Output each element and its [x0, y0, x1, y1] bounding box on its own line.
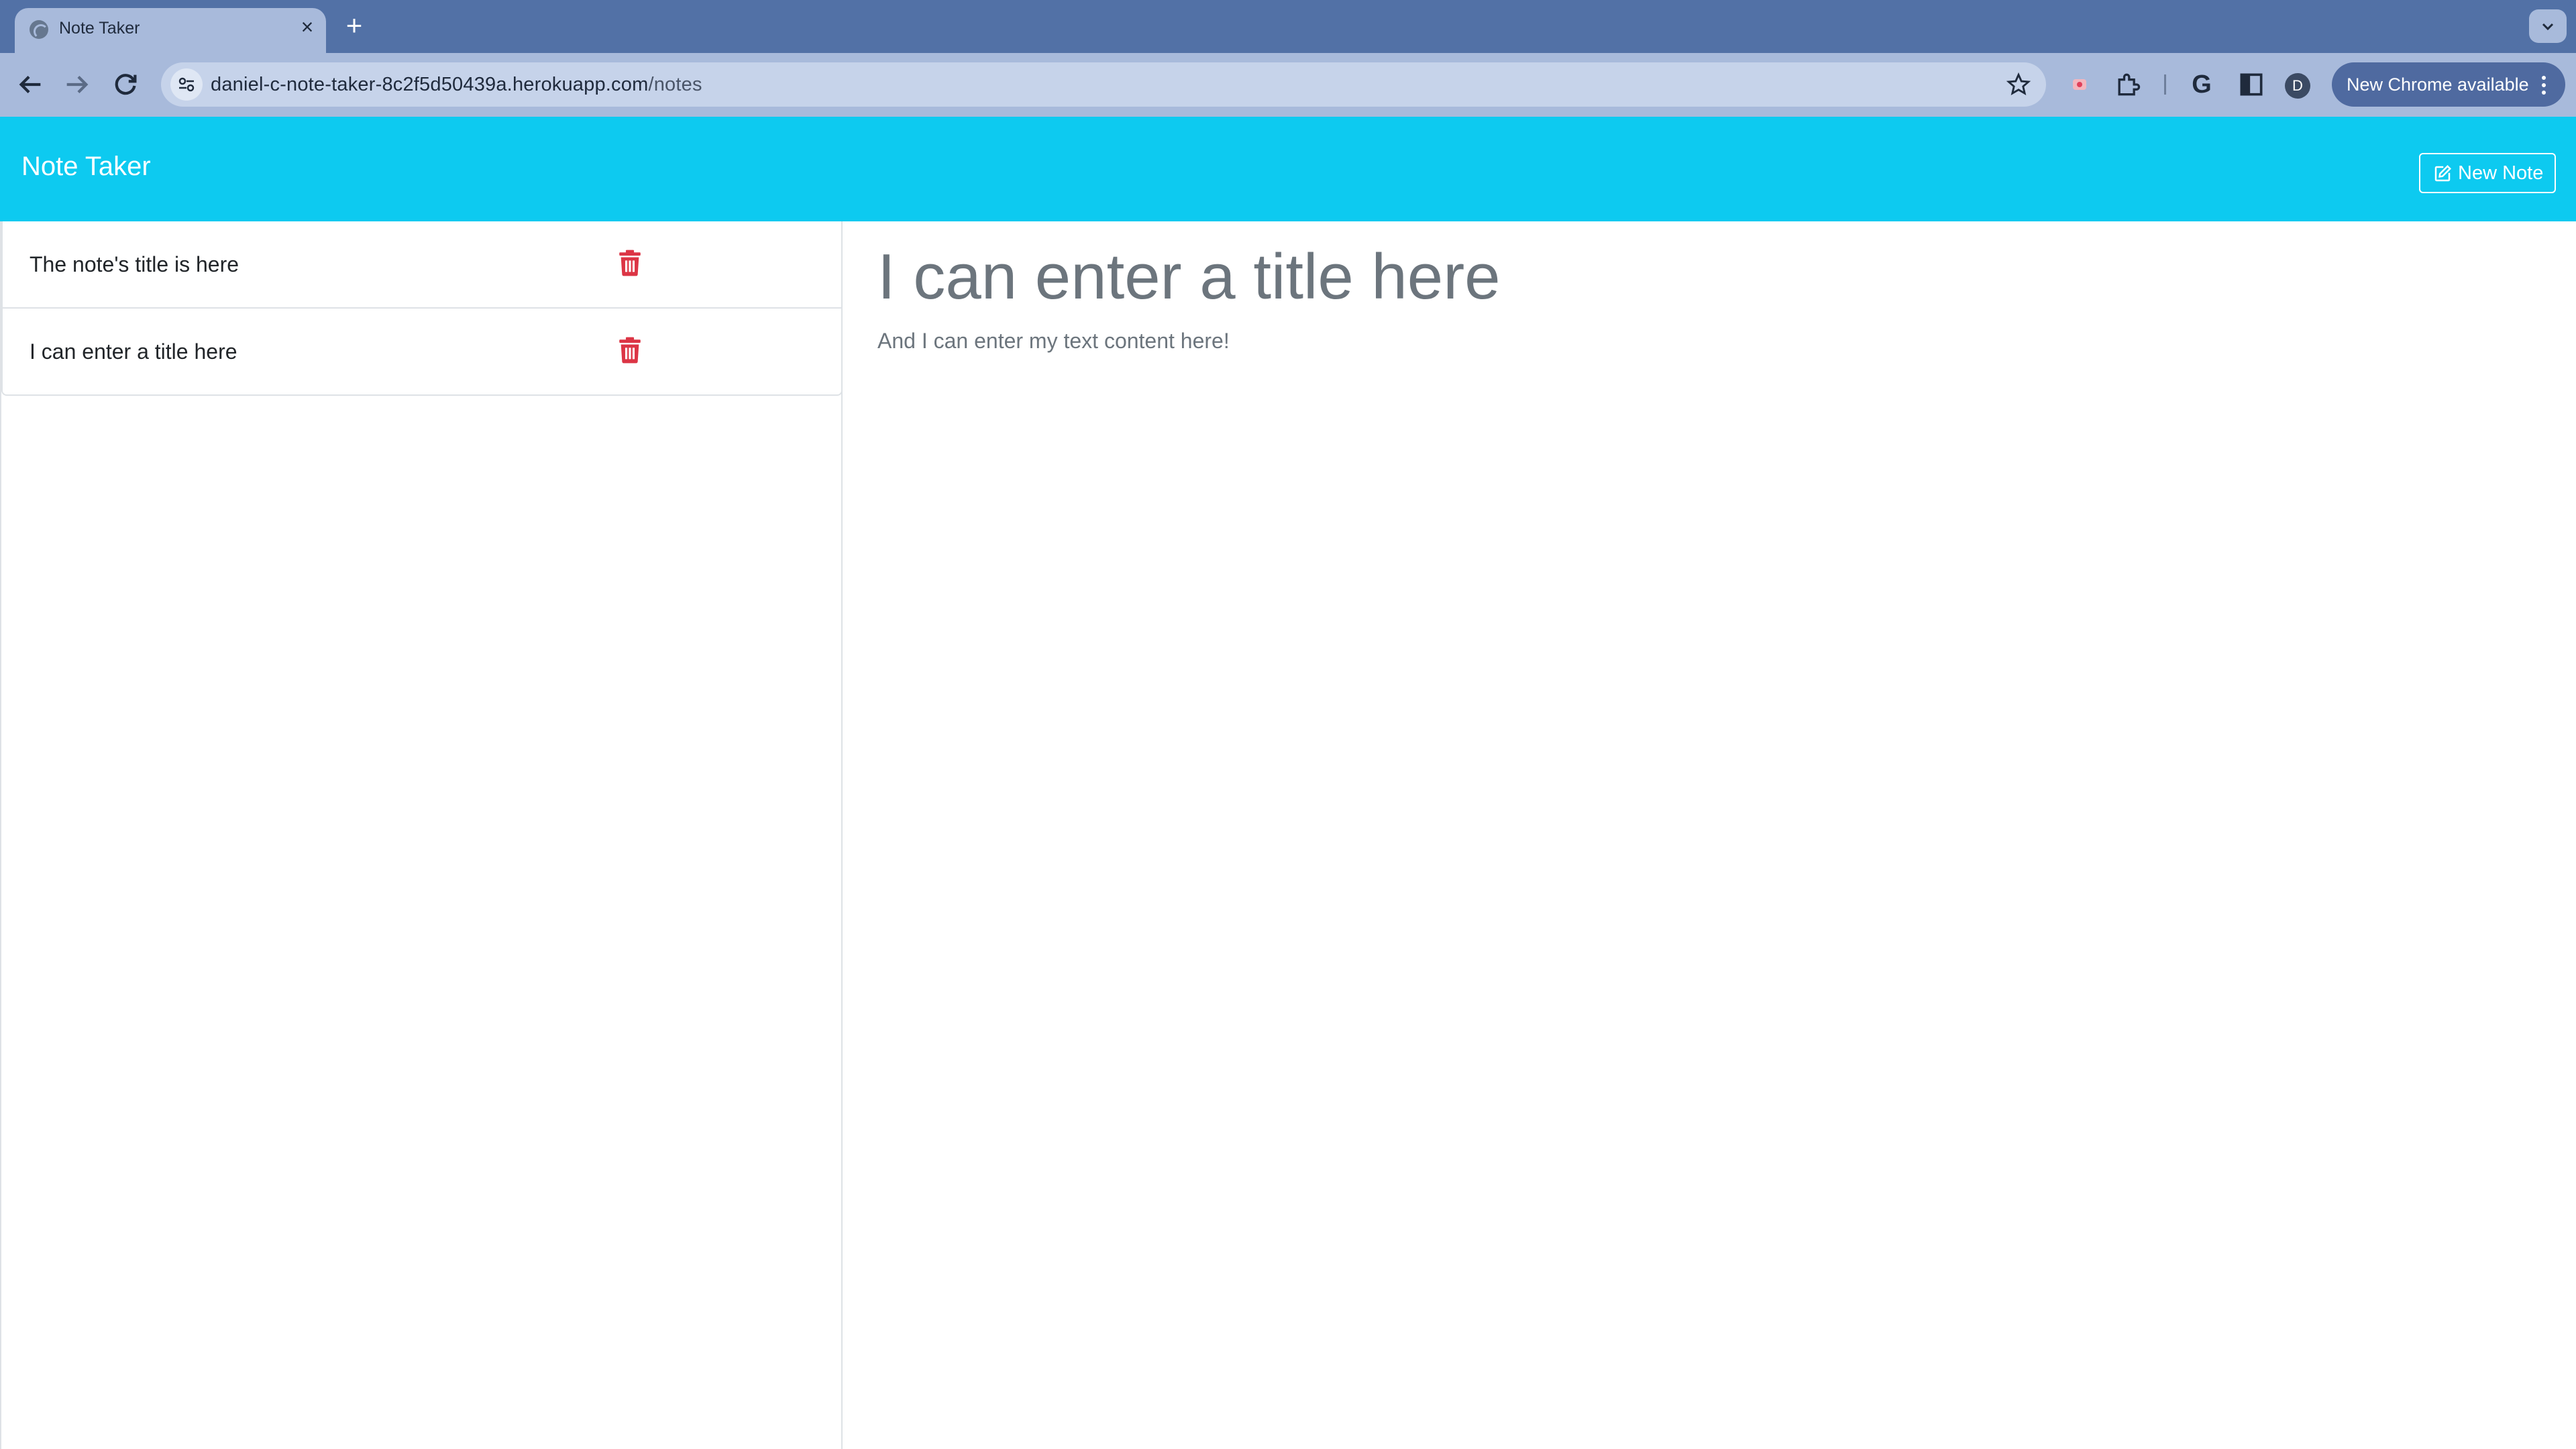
chevron-down-icon — [2542, 23, 2554, 31]
tab-search-button[interactable] — [2529, 9, 2567, 43]
forward-arrow-icon — [66, 76, 89, 93]
back-arrow-icon — [19, 76, 41, 93]
chrome-update-button[interactable]: New Chrome available — [2332, 62, 2565, 107]
note-title-input[interactable]: I can enter a title here — [877, 240, 2487, 314]
url-text[interactable]: daniel-c-note-taker-8c2f5d50439a.herokua… — [211, 74, 702, 96]
notes-sidebar: The note's title is here I can enter a t… — [0, 221, 843, 1449]
side-panel-icon[interactable] — [2237, 70, 2266, 99]
trash-icon[interactable] — [619, 337, 641, 364]
note-item-title[interactable]: I can enter a title here — [30, 339, 237, 364]
close-tab-icon[interactable]: × — [297, 16, 318, 38]
tab-title: Note Taker — [59, 19, 140, 38]
list-item[interactable]: The note's title is here — [3, 221, 843, 309]
note-item-title[interactable]: The note's title is here — [30, 252, 239, 277]
extensions-puzzle-icon[interactable] — [2113, 70, 2143, 99]
list-item[interactable]: I can enter a title here — [3, 309, 843, 396]
reload-icon — [115, 74, 137, 95]
browser-tab-active[interactable]: Note Taker × — [15, 8, 326, 53]
edit-icon — [2434, 164, 2452, 182]
note-list: The note's title is here I can enter a t… — [1, 221, 843, 396]
url-path: /notes — [648, 74, 702, 95]
app-navbar: Note Taker New Note — [0, 117, 2576, 221]
url-host: daniel-c-note-taker-8c2f5d50439a.herokua… — [211, 74, 649, 95]
kebab-menu-icon — [2542, 76, 2546, 95]
bookmark-star-icon[interactable] — [2006, 72, 2031, 101]
chrome-update-label: New Chrome available — [2347, 74, 2529, 95]
site-info-button[interactable] — [170, 68, 203, 101]
toolbar-divider — [2164, 74, 2166, 95]
browser-tabstrip: Note Taker × + — [0, 0, 2576, 53]
recording-extension-icon[interactable] — [2065, 70, 2094, 99]
note-editor: I can enter a title here And I can enter… — [843, 221, 2576, 1449]
browser-toolbar: daniel-c-note-taker-8c2f5d50439a.herokua… — [0, 53, 2576, 117]
tune-icon — [178, 77, 195, 92]
back-button[interactable] — [15, 69, 46, 100]
forward-button[interactable] — [62, 69, 93, 100]
globe-icon — [30, 20, 48, 39]
new-tab-button[interactable]: + — [341, 11, 368, 40]
new-note-button[interactable]: New Note — [2419, 153, 2556, 193]
new-note-label: New Note — [2458, 162, 2544, 184]
trash-icon[interactable] — [619, 250, 641, 276]
address-bar[interactable]: daniel-c-note-taker-8c2f5d50439a.herokua… — [161, 62, 2046, 107]
reload-button[interactable] — [110, 69, 141, 100]
note-text-area[interactable]: And I can enter my text content here! — [877, 329, 2487, 354]
google-extension-icon[interactable]: G — [2187, 70, 2216, 99]
app-brand[interactable]: Note Taker — [21, 152, 151, 182]
profile-avatar[interactable]: D — [2285, 73, 2310, 99]
